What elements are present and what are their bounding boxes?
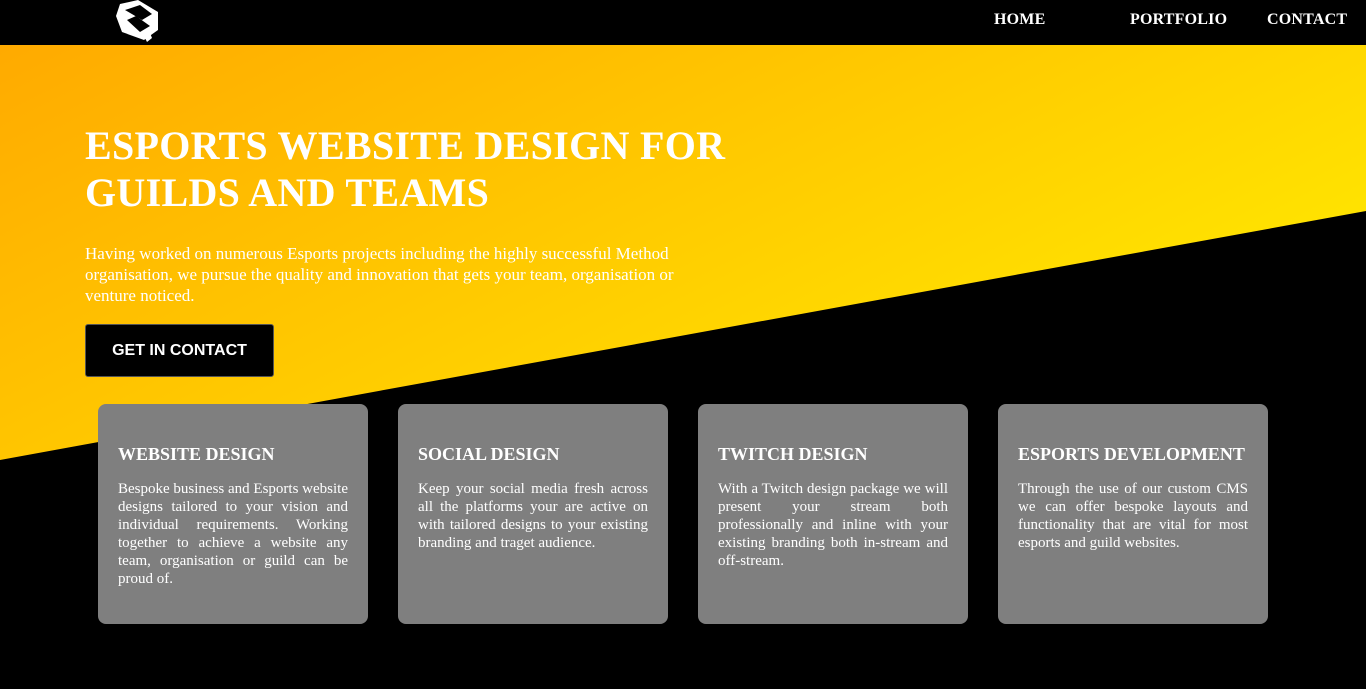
top-navigation-bar: HOME PORTFOLIO CONTACT xyxy=(0,0,1366,45)
service-card-twitch-design: TWITCH DESIGN With a Twitch design packa… xyxy=(698,404,968,624)
hero-title: ESPORTS WEBSITE DESIGN FOR GUILDS AND TE… xyxy=(85,123,726,215)
service-card-text: Keep your social media fresh across all … xyxy=(418,481,648,551)
nav-link-home[interactable]: HOME xyxy=(994,10,1045,30)
brand-logo-icon[interactable] xyxy=(114,0,160,42)
service-card-title: TWITCH DESIGN xyxy=(718,444,868,464)
service-card-text: Bespoke business and Esports website des… xyxy=(118,481,348,587)
service-card-text: With a Twitch design package we will pre… xyxy=(718,481,948,569)
service-card-esports-development: ESPORTS DEVELOPMENT Through the use of o… xyxy=(998,404,1268,624)
nav-link-portfolio[interactable]: PORTFOLIO xyxy=(1130,10,1227,30)
service-card-text: Through the use of our custom CMS we can… xyxy=(1018,481,1248,551)
service-card-title: ESPORTS DEVELOPMENT xyxy=(1018,444,1245,464)
service-card-title: SOCIAL DESIGN xyxy=(418,444,560,464)
service-card-website-design: WEBSITE DESIGN Bespoke business and Espo… xyxy=(98,404,368,624)
hero-description: Having worked on numerous Esports projec… xyxy=(85,244,674,305)
nav-link-contact[interactable]: CONTACT xyxy=(1267,10,1347,30)
service-card-title: WEBSITE DESIGN xyxy=(118,444,275,464)
get-in-contact-button[interactable]: GET IN CONTACT xyxy=(85,324,274,377)
service-card-social-design: SOCIAL DESIGN Keep your social media fre… xyxy=(398,404,668,624)
